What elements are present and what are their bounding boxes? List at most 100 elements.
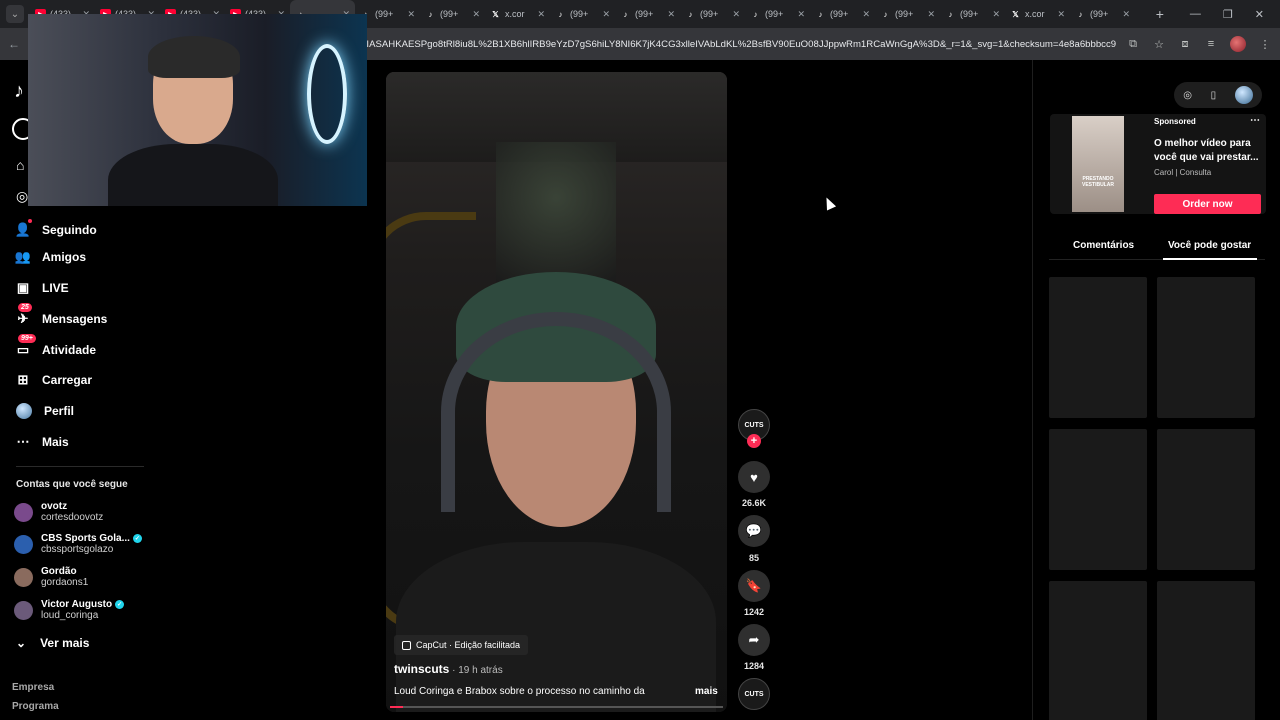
nav-mais[interactable]: ⋯ Mais [16, 430, 69, 454]
order-now-button[interactable]: Order now [1154, 194, 1261, 214]
verified-icon: ✓ [115, 600, 125, 609]
caption-more-button[interactable]: mais [695, 686, 718, 697]
address-bar[interactable]: YIASAHKAESPgo8tRl8iu8L%2B1XB6hlIRB9eYzD7… [360, 32, 1116, 56]
account-avatar [14, 534, 33, 554]
account-handle: loud_coringa [41, 610, 99, 621]
toolbar-icons: ⧉ ☆ ⧈ ≡ ⋮ [1126, 32, 1272, 56]
sponsored-ad-card[interactable]: PRESTANDO VESTIBULAR Sponsored ⋯ O melho… [1050, 114, 1266, 214]
video-progress-bar[interactable] [390, 706, 723, 708]
more-icon: ⋯ [16, 434, 30, 449]
account-avatar [14, 567, 33, 587]
followed-account[interactable]: ovotz cortesdoovotz [14, 501, 103, 523]
browser-tab[interactable]: ♪ (99+ ✕ [680, 0, 745, 28]
browser-tab[interactable]: ♪ (99+ ✕ [420, 0, 485, 28]
browser-tab[interactable]: 𝕏x.cor ✕ [485, 0, 550, 28]
recommended-video-placeholder[interactable] [1049, 429, 1147, 570]
install-app-icon[interactable]: ⧉ [1126, 37, 1140, 51]
video-player[interactable]: CapCut · Edição facilitada twinscuts · 1… [386, 72, 727, 712]
nav-atividade[interactable]: ▭ 99+ Atividade [16, 334, 96, 362]
divider [16, 466, 144, 467]
phone-icon[interactable]: ▯ [1211, 90, 1217, 101]
restore-button[interactable]: ❐ [1223, 8, 1233, 21]
friends-icon: 👥 [14, 249, 32, 264]
tab-close-icon[interactable]: ✕ [927, 9, 935, 20]
close-window-button[interactable]: ✕ [1255, 8, 1264, 21]
minimize-button[interactable]: — [1190, 8, 1201, 21]
home-icon[interactable]: ⌂ [16, 157, 24, 173]
follow-plus-button[interactable]: + [747, 434, 761, 448]
new-tab-button[interactable]: + [1146, 6, 1174, 22]
share-count: 1284 [743, 661, 765, 671]
recommended-video-placeholder[interactable] [1157, 429, 1255, 570]
ad-options-icon[interactable]: ⋯ [1250, 115, 1260, 126]
like-button[interactable]: ♥ [738, 461, 770, 493]
browser-tab[interactable]: ♪ (99+ ✕ [875, 0, 940, 28]
nav-perfil[interactable]: Perfil [16, 399, 74, 423]
tab-close-icon[interactable]: ✕ [862, 9, 870, 20]
browser-tab[interactable]: ♪ (99+ ✕ [745, 0, 810, 28]
nav-carregar[interactable]: ⊞ Carregar [16, 368, 92, 392]
tab-close-icon[interactable]: ✕ [992, 9, 1000, 20]
tab-close-icon[interactable]: ✕ [1057, 9, 1065, 20]
tab-title: (99+ [570, 9, 589, 19]
tab-close-icon[interactable]: ✕ [407, 9, 415, 20]
sound-disc[interactable]: CUTS [738, 678, 770, 710]
browser-tab[interactable]: ♪ (99+ ✕ [810, 0, 875, 28]
browser-tab[interactable]: ♪ (99+ ✕ [550, 0, 615, 28]
save-count: 1242 [743, 607, 765, 617]
recommended-video-placeholder[interactable] [1157, 581, 1255, 720]
messages-badge: 25 [18, 303, 32, 312]
profile-avatar[interactable] [1230, 36, 1246, 52]
footer-link-programa[interactable]: Programa [12, 701, 59, 712]
tiktok-logo[interactable]: ♪ [14, 80, 24, 103]
video-author[interactable]: twinscuts · 19 h atrás [394, 662, 503, 676]
recommended-video-placeholder[interactable] [1049, 277, 1147, 418]
see-more-button[interactable]: ⌄ Ver mais [16, 636, 89, 650]
browser-tab[interactable]: ♪ (99+ ✕ [1070, 0, 1135, 28]
footer-link-empresa[interactable]: Empresa [12, 682, 54, 693]
nav-seguindo[interactable]: 👤 Seguindo [15, 218, 97, 242]
save-button[interactable]: 🔖 [738, 570, 770, 602]
account-name: ovotz [41, 501, 103, 512]
nav-mensagens[interactable]: ✈ 25 Mensagens [16, 303, 107, 331]
media-control-icon[interactable]: ≡ [1204, 37, 1218, 51]
comment-button[interactable]: 💬 [738, 515, 770, 547]
followed-account[interactable]: CBS Sports Gola... ✓ cbssportsgolazo [14, 533, 142, 555]
bookmark-star-icon[interactable]: ☆ [1152, 37, 1166, 51]
followed-account[interactable]: Gordão gordaons1 [14, 566, 88, 588]
browser-tab[interactable]: ♪ (99+ ✕ [940, 0, 1005, 28]
tab-close-icon[interactable]: ✕ [472, 9, 480, 20]
tab-title: (99+ [765, 9, 784, 19]
back-button[interactable]: ← [0, 37, 28, 51]
tiktok-favicon-icon: ♪ [1078, 9, 1083, 19]
explore-icon[interactable]: ◎ [16, 188, 28, 205]
followed-account[interactable]: Victor Augusto ✓ loud_coringa [14, 599, 125, 621]
tab-close-icon[interactable]: ✕ [667, 9, 675, 20]
video-poster [496, 142, 616, 282]
post-time: · 19 h atrás [449, 665, 503, 676]
tab-close-icon[interactable]: ✕ [602, 9, 610, 20]
recommended-video-placeholder[interactable] [1049, 581, 1147, 720]
capcut-tag[interactable]: CapCut · Edição facilitada [394, 635, 529, 655]
nav-amigos[interactable]: 👥 Amigos [14, 245, 86, 269]
share-button[interactable]: ➦ [738, 624, 770, 656]
browser-tab[interactable]: ♪ (99+ ✕ [615, 0, 680, 28]
user-avatar[interactable] [1234, 86, 1253, 104]
compass-icon[interactable]: ◎ [1183, 90, 1192, 101]
browser-tab[interactable]: 𝕏x.cor ✕ [1005, 0, 1070, 28]
menu-kebab-icon[interactable]: ⋮ [1258, 37, 1272, 51]
tab-search-button[interactable]: ⌄ [6, 5, 24, 23]
tab-comments[interactable]: Comentários [1073, 240, 1134, 251]
tab-close-icon[interactable]: ✕ [1122, 9, 1130, 20]
nav-live[interactable]: ▣ LIVE [16, 276, 69, 300]
video-caption: Loud Coringa e Brabox sobre o processo n… [394, 686, 645, 697]
account-handle: cbssportsgolazo [41, 544, 114, 555]
tab-close-icon[interactable]: ✕ [732, 9, 740, 20]
extensions-icon[interactable]: ⧈ [1178, 37, 1192, 51]
tab-close-icon[interactable]: ✕ [797, 9, 805, 20]
tab-close-icon[interactable]: ✕ [537, 9, 545, 20]
tiktok-favicon-icon: ♪ [558, 9, 563, 19]
tab-you-may-like[interactable]: Você pode gostar [1168, 240, 1251, 251]
recommended-video-placeholder[interactable] [1157, 277, 1255, 418]
video-progress-fill [390, 706, 404, 708]
